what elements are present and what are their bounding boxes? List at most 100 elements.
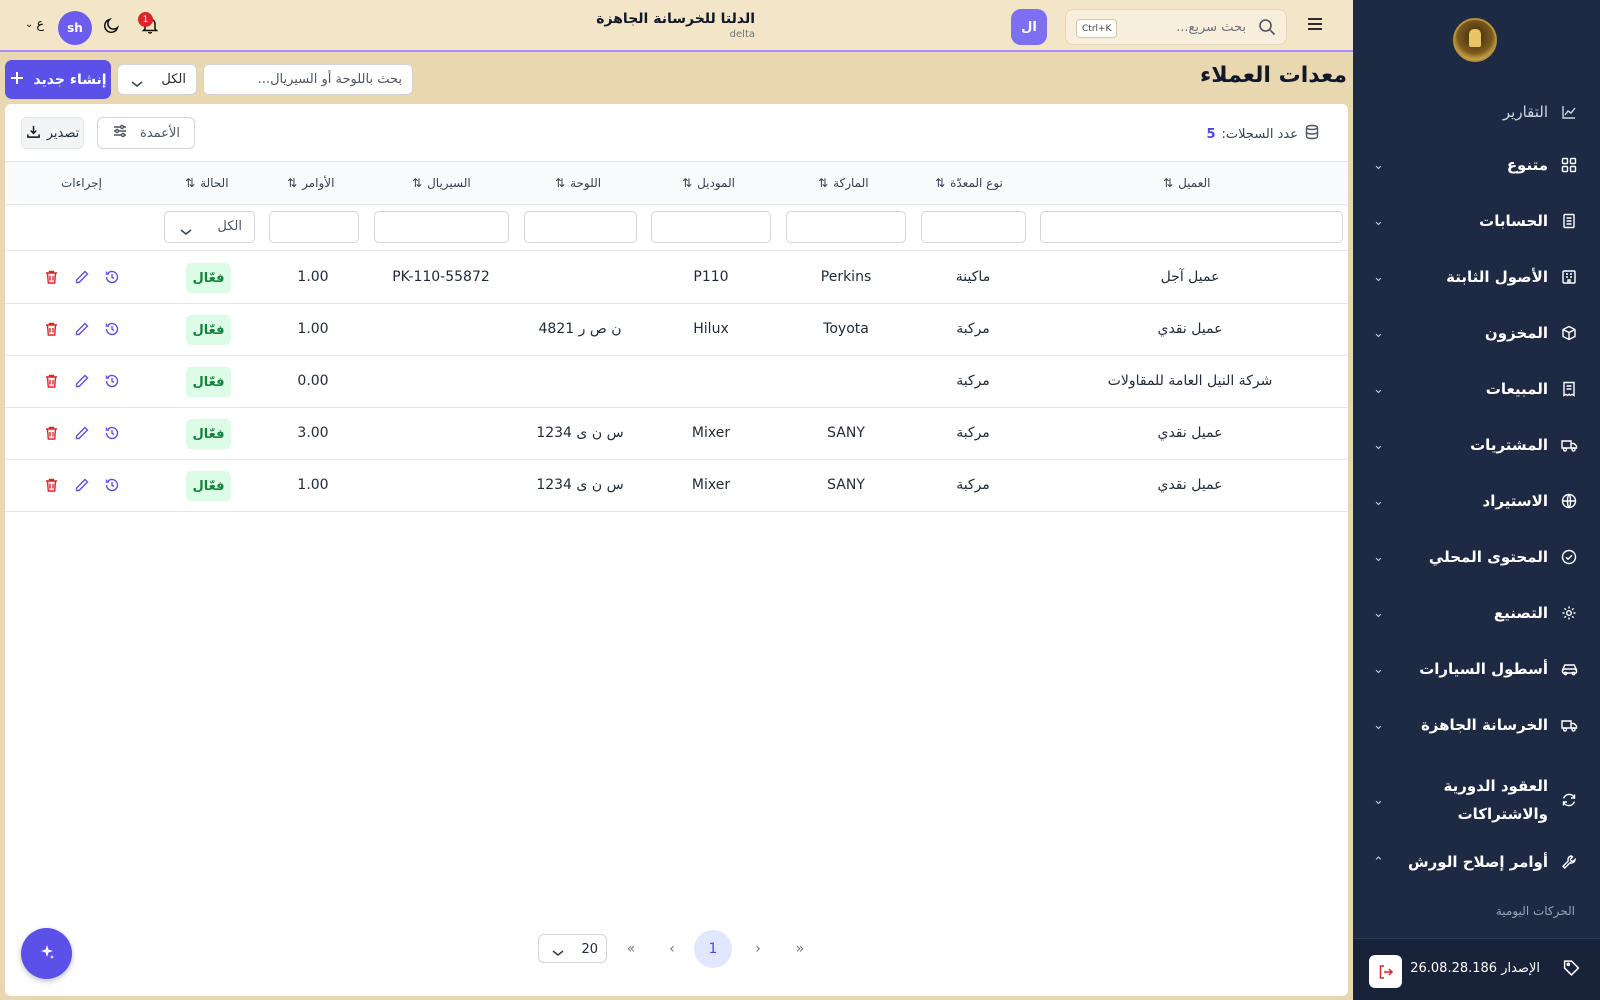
edit-icon[interactable] xyxy=(74,477,90,497)
sidebar-item-reports[interactable]: التقارير xyxy=(1353,98,1600,126)
edit-icon[interactable] xyxy=(74,321,90,341)
filter-brand-input[interactable] xyxy=(786,211,906,243)
menu-icon[interactable] xyxy=(1306,16,1324,36)
previous-page-button[interactable]: ‹ xyxy=(659,936,685,962)
column-header-orders[interactable]: ⇅ الأوامر xyxy=(287,176,334,190)
sidebar-item-import[interactable]: ⌄ الاستيراد xyxy=(1353,487,1600,515)
sort-icon: ⇅ xyxy=(412,176,423,190)
edit-icon[interactable] xyxy=(74,425,90,445)
cell-orders: 0.00 xyxy=(297,373,329,389)
chevron-down-icon: ⌄ xyxy=(1373,325,1384,341)
table-row[interactable]: عميل نقدي مركبة SANY Mixer س ن ى 1234 3.… xyxy=(5,408,1348,460)
status-filter-select[interactable]: الكل xyxy=(117,64,197,95)
column-header-customer[interactable]: ⇅ العميل xyxy=(1163,176,1211,190)
sidebar-subitem-daily-movements[interactable]: الحركات اليومية xyxy=(1496,904,1575,918)
plate-serial-search-input[interactable]: بحث باللوحة أو السيريال... xyxy=(203,64,413,95)
truck-icon xyxy=(1560,436,1578,454)
table-row[interactable]: شركة النيل العامة للمقاولات مركبة 0.00 ف… xyxy=(5,356,1348,408)
column-header-type[interactable]: ⇅ نوع المعدّة xyxy=(935,176,1003,190)
filter-model-input[interactable] xyxy=(651,211,771,243)
sidebar-item-local-content[interactable]: ⌄ المحتوى المحلي xyxy=(1353,543,1600,571)
edit-icon[interactable] xyxy=(74,269,90,289)
delete-icon[interactable] xyxy=(44,321,59,341)
column-header-label: نوع المعدّة xyxy=(950,176,1003,190)
search-icon xyxy=(1258,18,1276,40)
cell-type: مركبة xyxy=(956,321,990,337)
filter-serial-input[interactable] xyxy=(374,211,509,243)
language-toggle[interactable]: ⌄ ع xyxy=(25,17,44,32)
table-row[interactable]: عميل نقدي مركبة SANY Mixer س ن ى 1234 1.… xyxy=(5,460,1348,512)
sidebar-item-workshop-orders[interactable]: ⌃ أوامر إصلاح الورش xyxy=(1353,848,1600,876)
history-icon[interactable] xyxy=(104,373,120,393)
column-header-plate[interactable]: ⇅ اللوحة xyxy=(555,176,601,190)
chevron-down-icon xyxy=(179,222,193,241)
sidebar-item-subscriptions[interactable]: ⌄ العقود الدورية والاشتراكات xyxy=(1353,772,1600,828)
ai-assistant-button[interactable] xyxy=(21,928,72,979)
history-icon[interactable] xyxy=(104,425,120,445)
edit-icon[interactable] xyxy=(74,373,90,393)
page-size-select[interactable]: 20 xyxy=(538,934,607,963)
cell-model: Mixer xyxy=(691,425,731,441)
filter-customer-input[interactable] xyxy=(1040,211,1343,243)
chevron-down-icon: ⌄ xyxy=(25,19,34,30)
history-icon[interactable] xyxy=(104,321,120,341)
sidebar-item-manufacturing[interactable]: ⌄ التصنيع xyxy=(1353,599,1600,627)
delete-icon[interactable] xyxy=(44,477,59,497)
sidebar-item-fleet[interactable]: ⌄ أسطول السيارات xyxy=(1353,655,1600,683)
table-header: ⇅ العميل ⇅ نوع المعدّة ⇅ الماركة ⇅ الموديل ⇅… xyxy=(5,161,1348,205)
delete-icon[interactable] xyxy=(44,425,59,445)
mixer-truck-icon xyxy=(1560,716,1578,734)
sidebar-item-sales[interactable]: ⌄ المبيعات xyxy=(1353,375,1600,403)
sidebar-item-misc[interactable]: ⌄ متنوع xyxy=(1353,151,1600,179)
chart-icon xyxy=(1560,103,1578,121)
logout-button[interactable] xyxy=(1369,955,1402,988)
delete-icon[interactable] xyxy=(44,373,59,393)
filter-plate-input[interactable] xyxy=(524,211,637,243)
sidebar-item-accounts[interactable]: ⌄ الحسابات xyxy=(1353,207,1600,235)
moon-icon[interactable] xyxy=(103,17,120,38)
sidebar-item-inventory[interactable]: ⌄ المخزون xyxy=(1353,319,1600,347)
cell-orders: 1.00 xyxy=(297,477,329,493)
filter-orders-input[interactable] xyxy=(269,211,359,243)
sidebar-item-label: الخرسانة الجاهزة xyxy=(1420,716,1548,734)
cell-model: Mixer xyxy=(691,477,731,493)
check-circle-icon xyxy=(1560,548,1578,566)
column-header-label: السيريال xyxy=(427,176,471,190)
column-header-label: العميل xyxy=(1178,176,1211,190)
cell-serial: PK-110-55872 xyxy=(392,269,490,285)
table-row[interactable]: عميل آجل ماكينة Perkins P110 PK-110-5587… xyxy=(5,252,1348,304)
sort-icon: ⇅ xyxy=(682,176,693,190)
export-button[interactable]: تصدير xyxy=(21,117,84,149)
delete-icon[interactable] xyxy=(44,269,59,289)
sidebar-item-ready-mix[interactable]: ⌄ الخرسانة الجاهزة xyxy=(1353,711,1600,739)
records-count: عدد السجلات: 5 xyxy=(1207,124,1321,144)
history-icon[interactable] xyxy=(104,269,120,289)
filter-type-input[interactable] xyxy=(921,211,1026,243)
column-header-model[interactable]: ⇅ الموديل xyxy=(682,176,735,190)
chevron-down-icon: ⌄ xyxy=(1373,157,1384,173)
first-page-button[interactable]: « xyxy=(618,936,644,962)
notification-count-badge: 1 xyxy=(138,12,153,27)
column-header-status[interactable]: ⇅ الحالة xyxy=(185,176,229,190)
table-row[interactable]: عميل نقدي مركبة Toyota Hilux ن ص ر 4821 … xyxy=(5,304,1348,356)
page-size-value: 20 xyxy=(581,942,598,957)
company-avatar[interactable]: ال xyxy=(1011,9,1047,45)
create-new-button[interactable]: إنشاء جديد xyxy=(5,60,111,99)
filter-status-select[interactable]: الكل xyxy=(164,211,255,243)
last-page-button[interactable]: » xyxy=(787,936,813,962)
current-page-button[interactable]: 1 xyxy=(694,930,732,968)
columns-button[interactable]: الأعمدة xyxy=(97,117,195,149)
next-page-button[interactable]: › xyxy=(745,936,771,962)
chevron-down-icon xyxy=(130,74,144,93)
column-header-serial[interactable]: ⇅ السيريال xyxy=(412,176,471,190)
column-header-brand[interactable]: ⇅ الماركة xyxy=(818,176,869,190)
box-icon xyxy=(1560,324,1578,342)
quick-search[interactable]: بحث سريع... Ctrl+K xyxy=(1065,9,1287,45)
sidebar-item-fixed-assets[interactable]: ⌄ الأصول الثابتة xyxy=(1353,263,1600,291)
sidebar-item-purchases[interactable]: ⌄ المشتريات xyxy=(1353,431,1600,459)
user-avatar[interactable]: sh xyxy=(58,11,92,45)
cell-type: مركبة xyxy=(956,477,990,493)
chevron-up-icon: ⌃ xyxy=(1373,854,1384,870)
column-header-label: الماركة xyxy=(833,176,869,190)
history-icon[interactable] xyxy=(104,477,120,497)
